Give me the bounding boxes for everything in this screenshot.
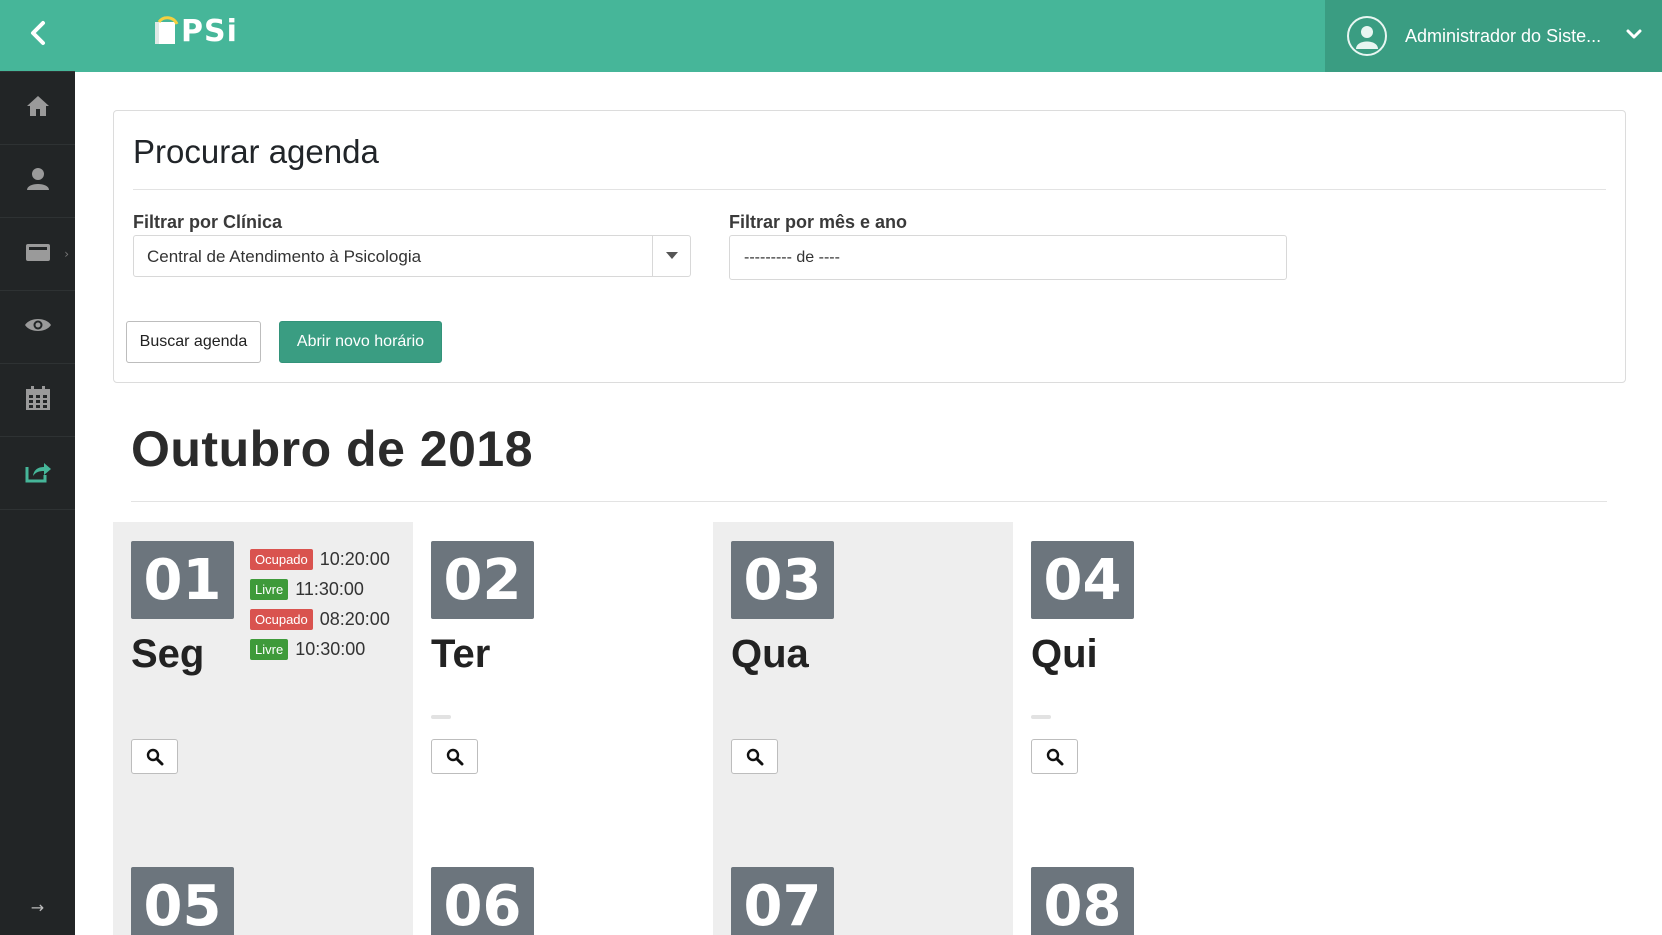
search-icon bbox=[446, 748, 463, 765]
inbox-icon bbox=[25, 241, 51, 268]
calendar-day: 05 bbox=[113, 848, 413, 935]
sidebar-item-view[interactable] bbox=[0, 291, 75, 364]
slot-time: 10:20:00 bbox=[319, 548, 390, 569]
sidebar-item-user[interactable] bbox=[0, 145, 75, 218]
divider bbox=[131, 501, 1607, 502]
time-slot[interactable]: Livre 11:30:00 bbox=[250, 574, 390, 604]
chevron-right-icon: › bbox=[64, 247, 69, 261]
sidebar-item-inbox[interactable]: › bbox=[0, 218, 75, 291]
search-icon bbox=[146, 748, 163, 765]
day-search-button[interactable] bbox=[1031, 739, 1078, 774]
clinic-select-value: Central de Atendimento à Psicologia bbox=[147, 247, 422, 266]
calendar-day: 07 bbox=[713, 848, 1013, 935]
sidebar: › → bbox=[0, 0, 75, 935]
caret-down-icon[interactable] bbox=[652, 236, 690, 276]
divider bbox=[133, 189, 1606, 190]
day-weekday: Seg bbox=[131, 632, 205, 676]
slot-time: 11:30:00 bbox=[295, 578, 364, 599]
share-icon bbox=[24, 459, 52, 488]
status-badge: Ocupado bbox=[250, 608, 313, 630]
avatar bbox=[1347, 16, 1387, 56]
empty-indicator bbox=[431, 715, 451, 719]
month-year-input[interactable] bbox=[729, 235, 1287, 280]
sidebar-back-button[interactable] bbox=[0, 0, 75, 72]
arrow-right-icon: → bbox=[30, 898, 45, 917]
status-badge: Livre bbox=[250, 578, 289, 600]
user-avatar-icon bbox=[1356, 26, 1378, 49]
time-slot[interactable]: Ocupado 10:20:00 bbox=[250, 544, 390, 574]
logo-text: PSi bbox=[181, 13, 238, 49]
open-new-slot-button[interactable]: Abrir novo horário bbox=[279, 321, 442, 363]
search-agenda-button[interactable]: Buscar agenda bbox=[126, 321, 261, 363]
day-search-button[interactable] bbox=[431, 739, 478, 774]
sidebar-item-share[interactable] bbox=[0, 437, 75, 510]
day-search-button[interactable] bbox=[131, 739, 178, 774]
calendar-icon bbox=[25, 385, 51, 416]
status-badge: Livre bbox=[250, 638, 289, 660]
sidebar-item-calendar[interactable] bbox=[0, 364, 75, 437]
home-icon bbox=[25, 94, 51, 123]
month-title: Outubro de 2018 bbox=[131, 421, 534, 477]
calendar-day: 03 Qua bbox=[713, 522, 1013, 847]
top-bar: PSi Administrador do Siste... bbox=[75, 0, 1662, 72]
user-menu[interactable]: Administrador do Siste... bbox=[1325, 0, 1662, 72]
clinic-select[interactable]: Central de Atendimento à Psicologia bbox=[133, 235, 691, 277]
user-icon bbox=[26, 167, 50, 196]
day-number: 05 bbox=[131, 867, 234, 935]
clinic-filter-label: Filtrar por Clínica bbox=[133, 212, 283, 232]
slot-time: 08:20:00 bbox=[319, 608, 390, 629]
day-number: 02 bbox=[431, 541, 534, 619]
sidebar-item-home[interactable] bbox=[0, 72, 75, 145]
day-weekday: Qui bbox=[1031, 632, 1098, 676]
day-number: 04 bbox=[1031, 541, 1134, 619]
search-agenda-card: Procurar agenda Filtrar por Clínica Cent… bbox=[113, 110, 1626, 383]
day-number: 08 bbox=[1031, 867, 1134, 935]
empty-indicator bbox=[1031, 715, 1051, 719]
calendar-day: 02 Ter bbox=[413, 522, 713, 847]
status-badge: Ocupado bbox=[250, 548, 313, 570]
chevron-down-icon bbox=[1626, 27, 1642, 45]
time-slot[interactable]: Livre 10:30:00 bbox=[250, 634, 390, 664]
sidebar-expand-button[interactable]: → bbox=[0, 898, 75, 917]
month-filter-label: Filtrar por mês e ano bbox=[729, 212, 908, 232]
time-slots: Ocupado 10:20:00 Livre 11:30:00 Ocupado … bbox=[250, 544, 390, 664]
calendar-day: 04 Qui bbox=[1013, 522, 1313, 847]
day-number: 01 bbox=[131, 541, 234, 619]
day-number: 07 bbox=[731, 867, 834, 935]
eye-icon bbox=[24, 316, 52, 339]
calendar-day: 08 bbox=[1013, 848, 1313, 935]
day-number: 06 bbox=[431, 867, 534, 935]
book-icon bbox=[155, 16, 179, 44]
day-number: 03 bbox=[731, 541, 834, 619]
day-weekday: Qua bbox=[731, 632, 809, 676]
time-slot[interactable]: Ocupado 08:20:00 bbox=[250, 604, 390, 634]
user-name: Administrador do Siste... bbox=[1405, 25, 1602, 46]
search-icon bbox=[1046, 748, 1063, 765]
app-logo[interactable]: PSi bbox=[153, 10, 238, 52]
chevron-left-icon bbox=[27, 20, 49, 51]
calendar-day: 06 bbox=[413, 848, 713, 935]
search-icon bbox=[746, 748, 763, 765]
card-title: Procurar agenda bbox=[133, 133, 379, 170]
day-search-button[interactable] bbox=[731, 739, 778, 774]
slot-time: 10:30:00 bbox=[295, 638, 366, 659]
calendar-day: 01 Seg Ocupado 10:20:00 Livre 11:30:00 O… bbox=[113, 522, 413, 847]
day-weekday: Ter bbox=[431, 632, 491, 676]
